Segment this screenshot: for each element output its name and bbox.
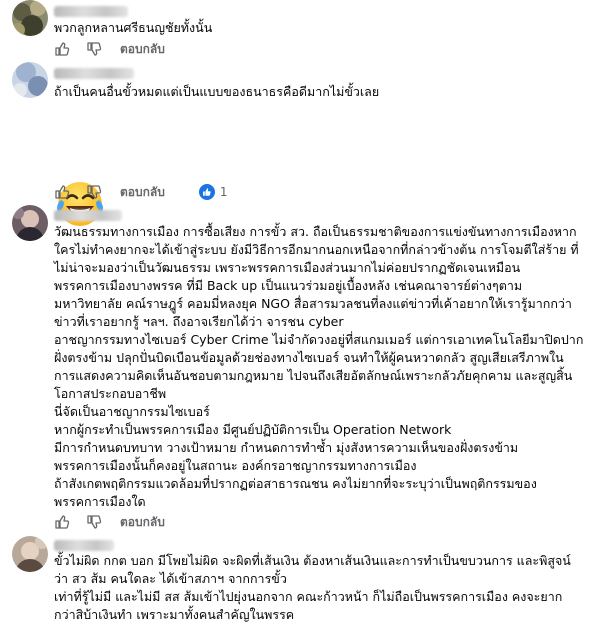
comment-line: นี่จัดเป็นอาชญากรรมไซเบอร์ — [54, 404, 210, 419]
comment-line: กว่าสิบ้าเงินทำ เพราะมาทั้งคนสำคัญในพรรค — [54, 607, 295, 622]
comment-line: พรรคการเมืองใด — [54, 494, 146, 509]
comment-line: พรรคการเมืองบางพรรค ที่มี Back up เป็นแน… — [54, 278, 523, 293]
comment-line: ไม่น่าจะมองว่าเป็นวัฒนธรรม เพราะพรรคการเ… — [54, 260, 521, 275]
reply-button[interactable]: ตอบกลับ — [120, 513, 165, 532]
comment-line: ถ้าเป็นคนอื่นขั้วหมดแต่เป็นแบบของธนาธรคื… — [54, 84, 380, 99]
comment-line: ถ้าสังเกตพฤติกรรมแวดล้อมที่ปรากฏต่อสาธาร… — [54, 476, 537, 491]
commenter-name-redacted[interactable] — [54, 6, 128, 17]
comment-text: พวกลูกหลานศรีธนญชัยทั้งนั้น — [54, 19, 592, 37]
reaction-count-value: 1 — [219, 185, 228, 199]
comment-line: มหาวิทยาลัย คณ์ราษฎูร์ คอมมี่หลงยุค NGO … — [54, 296, 572, 311]
comment-line: ว่า สว ส้ม คนใดละ ได้เข้าสภาฯ จากการขั้ว — [54, 571, 287, 586]
thumbs-down-icon[interactable] — [86, 184, 102, 200]
comment-line: ฝั่งตรงข้าม ปลุกปั่นบิดเบือนข้อมูลด้วยช่… — [54, 350, 564, 365]
comment-line: ข่าวที่เราอยากรู้ ฯลฯ. ถึงอาจเรียกได้ว่า… — [54, 314, 344, 329]
comment-text: ขั้วไม่ผิด กกต บอก มีโพยไม่ผิด จะผิดที่เ… — [54, 552, 592, 624]
thumbs-down-icon[interactable] — [86, 41, 102, 57]
comment-actions: ตอบกลับ — [54, 40, 165, 58]
comment-line: ขั้วไม่ผิด กกต บอก มีโพยไม่ผิด จะผิดที่เ… — [54, 553, 571, 568]
thumbs-up-icon[interactable] — [54, 184, 70, 200]
comment-actions: ตอบกลับ — [54, 513, 165, 531]
comment-line: พรรคการเมืองนั้นก็คงอยู่ในสถานะ องค์กรอา… — [54, 458, 417, 473]
comment-line: ใครไม่ทำคงยากจะได้เข้าสู่ระบบ ยังมีวิธีก… — [54, 242, 579, 257]
commenter-name-redacted[interactable] — [54, 540, 114, 551]
comment-line: การแสดงความคิดเห็นอันชอบตามกฎหมาย ไปจนถึ… — [54, 368, 573, 383]
comment-line: วัฒนธรรมทางการเมือง การซื้อเสียง การขั้ว… — [54, 224, 577, 239]
commenter-avatar[interactable] — [12, 62, 48, 98]
reply-button[interactable]: ตอบกลับ — [120, 183, 165, 202]
commenter-avatar[interactable] — [12, 205, 48, 241]
comment-actions: ตอบกลับ 1 — [54, 183, 228, 201]
reaction-count[interactable]: 1 — [198, 184, 228, 200]
thumbs-up-icon[interactable] — [54, 514, 70, 530]
commenter-avatar[interactable] — [12, 536, 48, 572]
comment-line: พวกลูกหลานศรีธนญชัยทั้งนั้น — [54, 20, 213, 35]
comment-line: เท่าที่รู้ไม่มี และไม่มี สส ส้มเข้าไปยุ่… — [54, 589, 563, 604]
commenter-name-redacted[interactable] — [54, 210, 122, 221]
thumbs-down-icon[interactable] — [86, 514, 102, 530]
commenter-avatar[interactable] — [12, 0, 48, 36]
comment-line: อาชญากรรมทางไซเบอร์ Cyber Crime ไม่จำกัด… — [54, 332, 584, 347]
like-reaction-icon — [198, 184, 215, 200]
comment-text: วัฒนธรรมทางการเมือง การซื้อเสียง การขั้ว… — [54, 223, 592, 511]
reply-button[interactable]: ตอบกลับ — [120, 40, 165, 59]
comment-line: โอกาสประกอบอาชีพ — [54, 386, 167, 401]
thumbs-up-icon[interactable] — [54, 41, 70, 57]
comment-line: หากผู้กระทำเป็นพรรคการเมือง มีศูนย์ปฏิบั… — [54, 422, 452, 437]
comment-text: ถ้าเป็นคนอื่นขั้วหมดแต่เป็นแบบของธนาธรคื… — [54, 83, 592, 101]
commenter-name-redacted[interactable] — [54, 68, 134, 79]
comment-line: มีการกำหนดบทบาท วางเป้าหมาย กำหนดการทำซ้… — [54, 440, 519, 455]
